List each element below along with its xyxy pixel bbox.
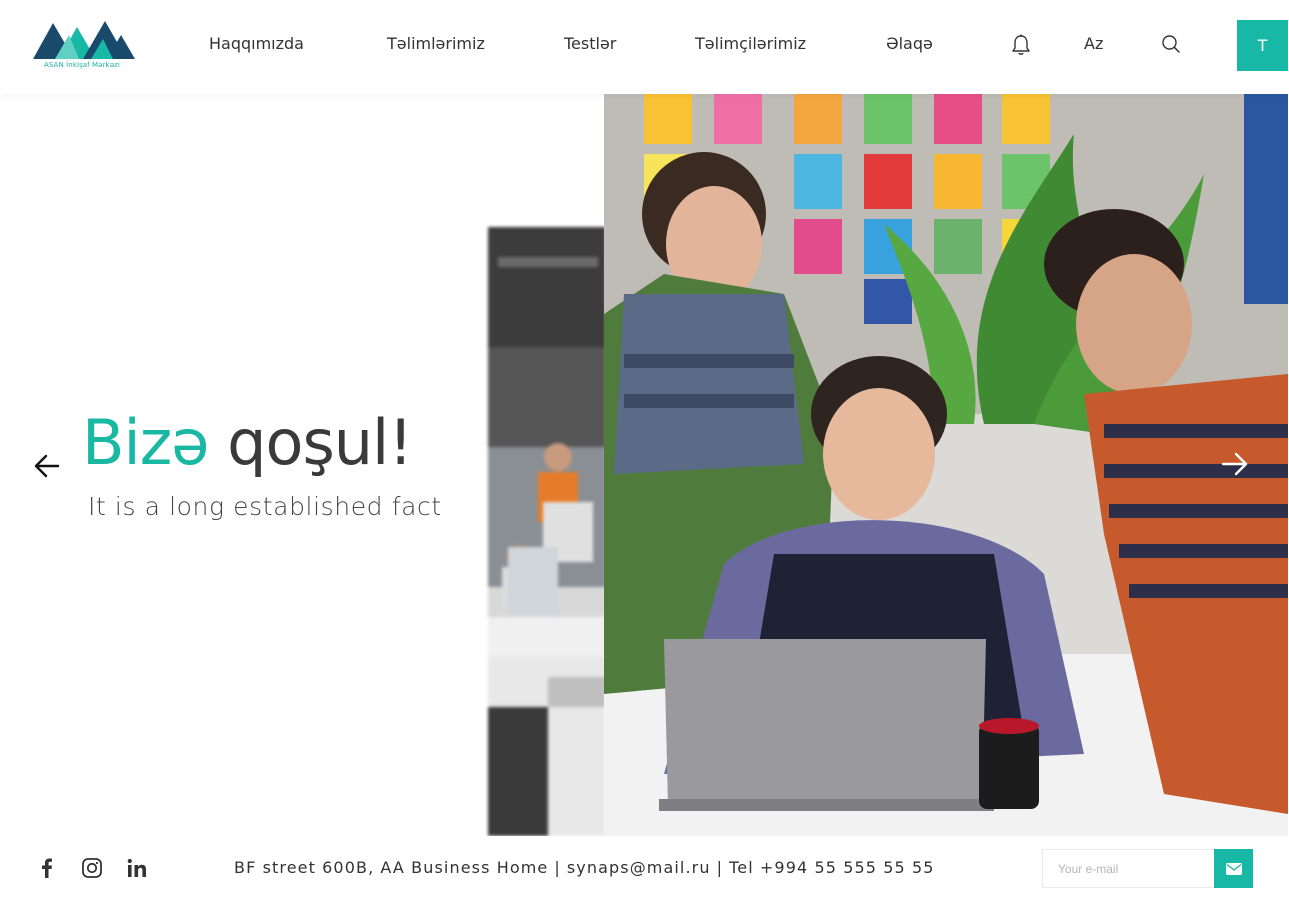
facebook-icon[interactable] <box>36 857 58 879</box>
search-icon[interactable] <box>1161 34 1181 54</box>
instagram-icon[interactable] <box>81 857 103 879</box>
phone-text: Tel +994 55 555 55 55 <box>729 858 935 877</box>
nav-item-contact[interactable]: Əlaqə <box>886 34 933 53</box>
contact-info: BF street 600B, AA Business Home | synaps@… <box>234 858 935 877</box>
logo[interactable]: ASAN İnkişaf Mərkəzi <box>33 19 135 71</box>
logo-text: ASAN İnkişaf Mərkəzi <box>44 61 120 69</box>
nav-item-trainings[interactable]: Təlimlərimiz <box>387 34 485 53</box>
hero-title: Bizə qoşul! <box>82 412 413 474</box>
hero-photo <box>604 94 1288 836</box>
language-switcher[interactable]: Az <box>1084 34 1103 53</box>
site-header: ASAN İnkişaf Mərkəzi Haqqımızda Təlimlər… <box>0 0 1289 94</box>
divider: | <box>716 858 724 877</box>
arrow-right-icon[interactable] <box>1220 450 1250 478</box>
subscribe-email-input[interactable] <box>1042 849 1215 888</box>
user-avatar-button[interactable]: T <box>1237 20 1288 71</box>
linkedin-icon[interactable] <box>126 857 148 879</box>
background-photo <box>488 227 606 836</box>
nav-item-tests[interactable]: Testlər <box>564 34 616 53</box>
address-text: BF street 600B, AA Business Home <box>234 858 549 877</box>
hero-title-accent: Bizə <box>82 406 209 479</box>
site-footer: BF street 600B, AA Business Home | synaps@… <box>0 836 1289 897</box>
nav-item-about[interactable]: Haqqımızda <box>209 34 304 53</box>
hero-subtitle: It is a long established fact <box>88 492 442 521</box>
mail-icon <box>1225 862 1242 875</box>
bell-icon[interactable] <box>1011 34 1031 56</box>
nav-item-trainers[interactable]: Təlimçilərimiz <box>695 34 806 53</box>
arrow-left-icon[interactable] <box>33 452 61 480</box>
email-link[interactable]: synaps@mail.ru <box>567 858 711 877</box>
logo-mark-icon <box>33 21 135 59</box>
hero-slider: Bizə qoşul! It is a long established fac… <box>0 94 1289 836</box>
hero-title-rest: qoşul! <box>227 406 413 479</box>
divider: | <box>554 858 561 877</box>
subscribe-send-button[interactable] <box>1214 849 1253 888</box>
